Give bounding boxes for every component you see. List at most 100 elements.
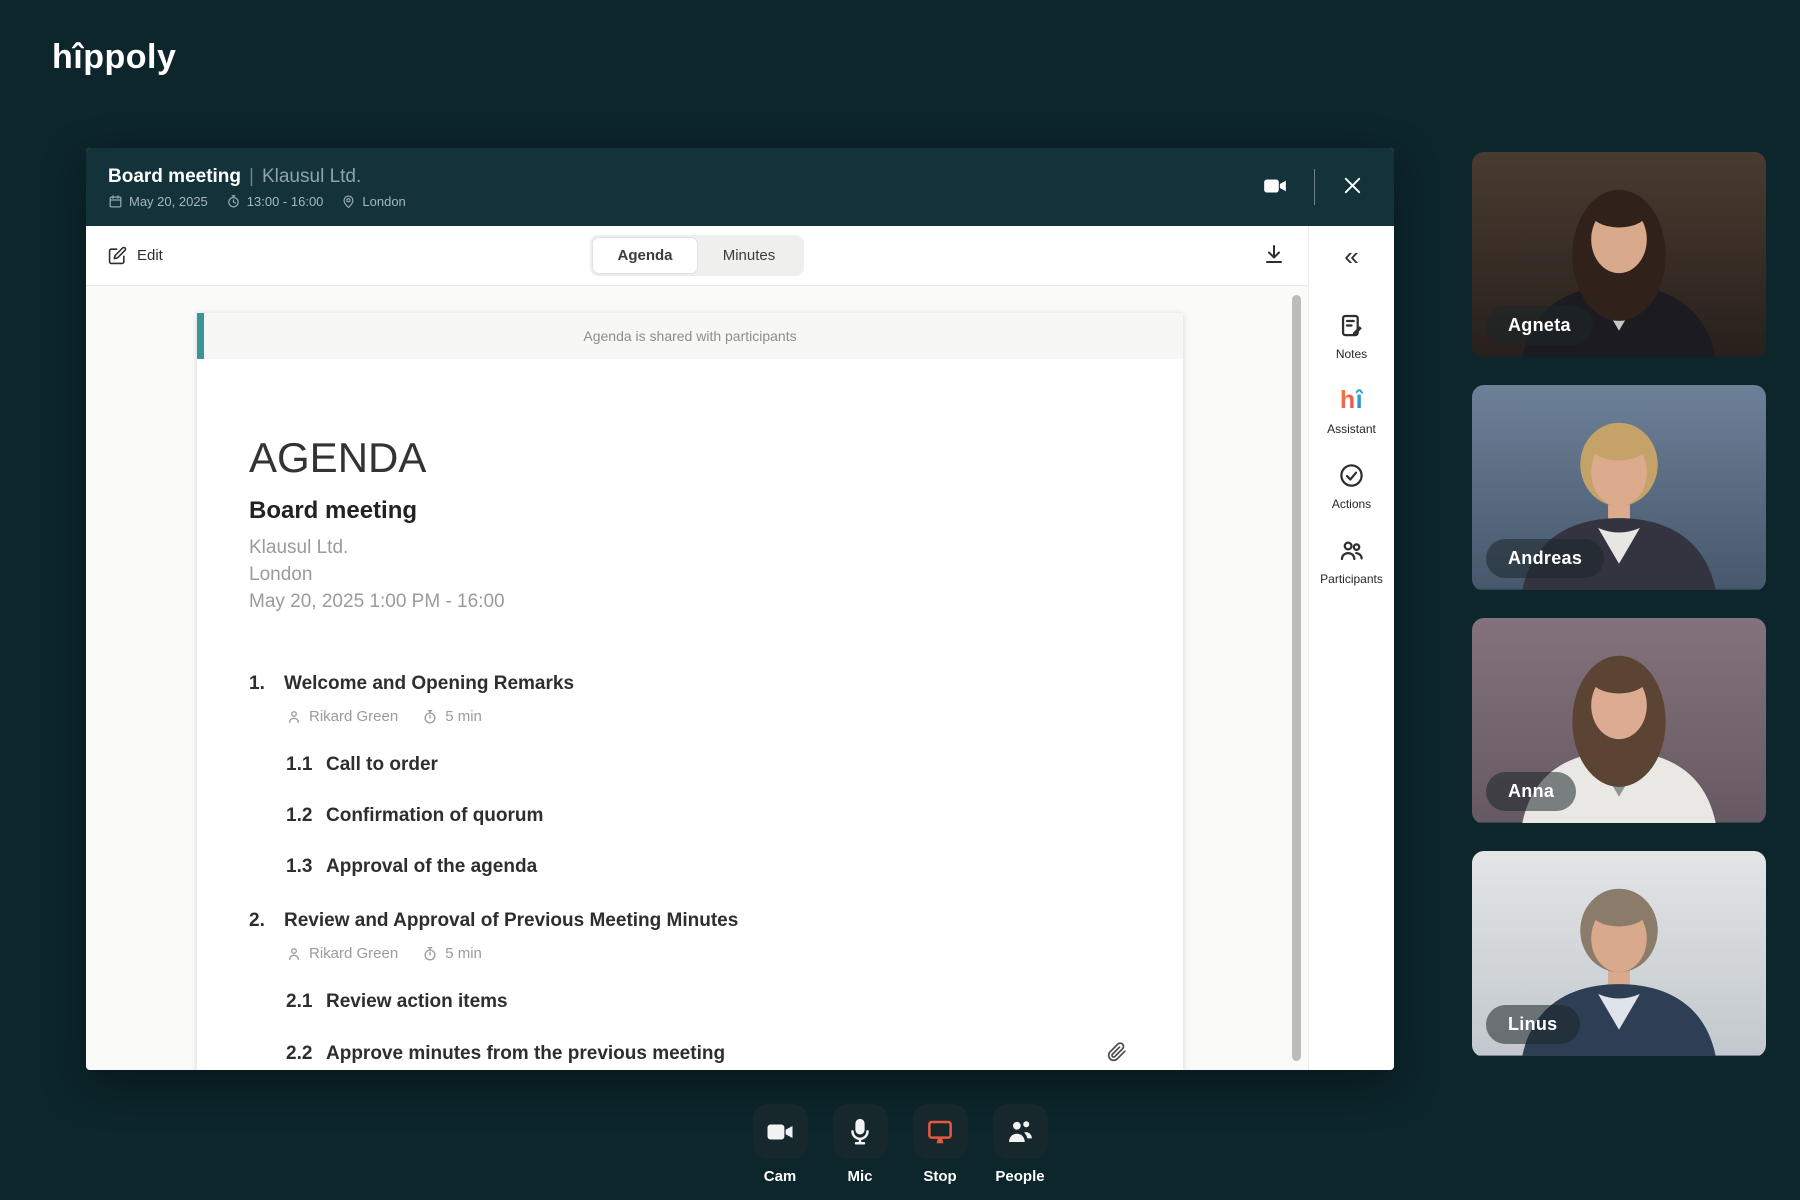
- agenda-subitem-number: 2.1: [286, 991, 313, 1012]
- tab-agenda[interactable]: Agenda: [593, 238, 697, 273]
- call-control-label: Mic: [847, 1168, 873, 1185]
- location-icon: [341, 194, 356, 209]
- document-location: London: [249, 564, 313, 585]
- meeting-title-row: Board meeting | Klausul Ltd.: [108, 166, 406, 188]
- agenda-document: Agenda is shared with participants AGEND…: [197, 313, 1183, 1070]
- agenda-item-number: 2.: [249, 910, 265, 931]
- collapse-rail-button[interactable]: «: [1309, 226, 1394, 286]
- attachment-button[interactable]: [1107, 1042, 1127, 1065]
- video-camera-icon: [765, 1117, 795, 1147]
- rail-tool-actions[interactable]: Actions: [1332, 462, 1371, 511]
- shared-banner: Agenda is shared with participants: [197, 313, 1183, 359]
- rail-tool-label: Assistant: [1327, 422, 1376, 436]
- meeting-meta-text: May 20, 2025: [129, 193, 208, 209]
- assistant-logo: hî: [1340, 387, 1363, 414]
- edit-button[interactable]: Edit: [108, 246, 163, 265]
- document-meta: Klausul Ltd. London May 20, 2025 1:00 PM…: [249, 534, 1127, 615]
- rail-tool-label: Notes: [1335, 347, 1368, 361]
- agenda-item: 1. Welcome and Opening Remarks Rikard Gree…: [249, 673, 1127, 878]
- banner-text: Agenda is shared with participants: [583, 328, 797, 344]
- meeting-app: { "app": { "logo": "hîppoly" }, "colors"…: [0, 0, 1800, 1200]
- document-panel: Board meeting | Klausul Ltd. May 20, 2025 1…: [86, 148, 1394, 1070]
- call-control-label: Cam: [763, 1168, 797, 1185]
- mic-icon: [845, 1117, 875, 1147]
- call-control-people: People: [992, 1104, 1048, 1185]
- organization-name: Klausul Ltd.: [261, 165, 362, 187]
- participant-name: Anna: [1486, 772, 1577, 811]
- call-control-label: Stop: [923, 1168, 957, 1185]
- cam-button[interactable]: [752, 1104, 808, 1159]
- document-organization: Klausul Ltd.: [249, 537, 349, 558]
- agenda-subitem-number: 1.1: [286, 754, 313, 775]
- agenda-item-list: 1. Welcome and Opening Remarks Rikard Gree…: [249, 673, 1127, 1065]
- participant-name: Andreas: [1486, 539, 1605, 578]
- agenda-subitem-number: 1.3: [286, 856, 313, 877]
- document-scrollbar[interactable]: [1292, 295, 1301, 1061]
- meeting-meta-item: May 20, 2025: [108, 194, 208, 209]
- agenda-subitem-title: Review action items: [326, 991, 508, 1012]
- agenda-item-number: 1.: [249, 673, 265, 694]
- participant-tile-linus[interactable]: Linus: [1472, 851, 1766, 1057]
- participant-tile-andreas[interactable]: Andreas: [1472, 385, 1766, 591]
- document-viewport: Agenda is shared with participants AGEND…: [86, 286, 1308, 1070]
- tab-minutes[interactable]: Minutes: [697, 238, 801, 273]
- owner-name: Rikard Green: [309, 708, 399, 725]
- header-actions: [1260, 169, 1366, 205]
- edit-icon: [108, 246, 127, 265]
- owner-name: Rikard Green: [309, 945, 399, 962]
- agenda-item-duration: 5 min: [422, 708, 482, 725]
- agenda-item-title-row: 1. Welcome and Opening Remarks: [249, 673, 1127, 695]
- participant-tile-agneta[interactable]: Agneta: [1472, 152, 1766, 358]
- duration-value: 5 min: [445, 708, 482, 725]
- close-button[interactable]: [1339, 172, 1366, 202]
- meeting-meta-row: May 20, 2025 13:00 - 16:00 London: [108, 194, 406, 209]
- assistant-logo-h: h: [1339, 386, 1356, 414]
- close-icon: [1341, 174, 1364, 197]
- duration-value: 5 min: [445, 945, 482, 962]
- agenda-item-meta: Rikard Green 5 min: [286, 708, 1127, 725]
- stop-button[interactable]: [912, 1104, 968, 1159]
- people-button[interactable]: [992, 1104, 1048, 1159]
- document-meeting-name: Board meeting: [249, 497, 418, 524]
- rail-tool-participants[interactable]: Participants: [1320, 537, 1383, 586]
- clock-icon: [226, 194, 241, 209]
- assistant-logo-i: î: [1355, 386, 1364, 414]
- agenda-subitem: 2.1 Review action items: [286, 991, 1127, 1013]
- agenda-subitem-title: Approve minutes from the previous meetin…: [326, 1042, 726, 1064]
- screen-share-icon: [925, 1117, 955, 1147]
- video-camera-icon: [1262, 173, 1288, 199]
- camera-button[interactable]: [1260, 171, 1290, 204]
- download-button[interactable]: [1262, 242, 1286, 269]
- meeting-meta-item: 13:00 - 16:00: [226, 193, 324, 209]
- document-content: AGENDA Board meeting Klausul Ltd. London…: [197, 359, 1183, 1070]
- rail-tools: Notes hî Assistant Actions Participants: [1320, 312, 1383, 586]
- timer-icon: [422, 946, 438, 962]
- call-control-cam: Cam: [752, 1104, 808, 1185]
- agenda-subitem: 2.2 Approve minutes from the previous mee…: [286, 1042, 1127, 1065]
- rail-tool-label: Participants: [1320, 572, 1383, 586]
- agenda-subitem: 1.3 Approval of the agenda: [286, 856, 1127, 878]
- participants-column: Agneta Andreas Anna Linus: [1472, 152, 1766, 1057]
- mic-button[interactable]: [832, 1104, 888, 1159]
- participants-icon: [1338, 537, 1365, 564]
- agenda-item-meta: Rikard Green 5 min: [286, 945, 1127, 962]
- call-control-label: People: [995, 1168, 1045, 1185]
- participant-name: Linus: [1486, 1005, 1580, 1044]
- banner-accent-bar: [197, 313, 204, 359]
- document-datetime: May 20, 2025 1:00 PM - 16:00: [249, 591, 505, 612]
- agenda-item: 2. Review and Approval of Previous Meetin…: [249, 910, 1127, 1065]
- rail-tool-assistant[interactable]: hî Assistant: [1327, 387, 1376, 437]
- call-control-stop: Stop: [912, 1104, 968, 1185]
- actions-icon: [1338, 462, 1365, 489]
- agenda-subitem-title: Confirmation of quorum: [326, 805, 544, 826]
- agenda-item-title: Welcome and Opening Remarks: [284, 673, 575, 694]
- agenda-item-owner: Rikard Green: [286, 945, 398, 962]
- rail-tool-notes[interactable]: Notes: [1336, 312, 1367, 361]
- meeting-meta-text: 13:00 - 16:00: [246, 193, 324, 209]
- participant-tile-anna[interactable]: Anna: [1472, 618, 1766, 824]
- calendar-icon: [108, 194, 123, 209]
- meeting-meta-item: London: [341, 194, 406, 209]
- call-control-mic: Mic: [832, 1104, 888, 1185]
- person-icon: [286, 946, 302, 962]
- download-icon: [1262, 242, 1286, 266]
